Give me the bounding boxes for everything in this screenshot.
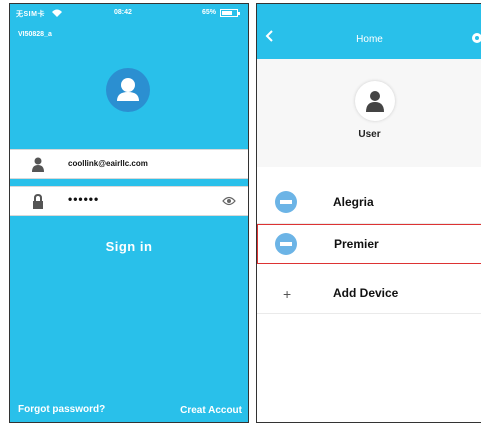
carrier-label: 无SIM卡 bbox=[16, 11, 45, 18]
clock: 08:42 bbox=[114, 9, 132, 16]
user-avatar-icon[interactable] bbox=[355, 81, 395, 121]
sign-in-button[interactable]: Sign in bbox=[10, 239, 248, 254]
device-item-alegria[interactable]: Alegria bbox=[257, 182, 481, 222]
gear-icon[interactable] bbox=[471, 32, 481, 44]
home-screen: Home User Alegria Premier + Add Device bbox=[256, 3, 481, 423]
username-value: coollink@eairllc.com bbox=[68, 159, 148, 168]
device-item-premier[interactable]: Premier bbox=[257, 224, 481, 264]
status-bar: 无SIM卡 08:42 65% bbox=[10, 4, 248, 22]
lock-icon bbox=[33, 194, 43, 209]
eye-icon[interactable] bbox=[222, 196, 236, 206]
device-name: Alegria bbox=[333, 195, 374, 209]
air-conditioner-icon bbox=[275, 233, 297, 255]
user-section: User bbox=[257, 59, 481, 167]
plus-icon: + bbox=[283, 286, 292, 302]
password-field[interactable]: •••••• bbox=[10, 186, 248, 216]
password-value: •••••• bbox=[68, 192, 100, 206]
user-icon bbox=[32, 157, 44, 172]
add-device-label: Add Device bbox=[333, 286, 399, 300]
add-device-button[interactable]: + Add Device bbox=[257, 272, 481, 312]
battery-icon bbox=[220, 9, 240, 17]
air-conditioner-icon bbox=[275, 191, 297, 213]
device-name: Premier bbox=[334, 237, 379, 251]
user-avatar-icon bbox=[106, 68, 150, 112]
login-screen: 无SIM卡 08:42 65% VI50828_a coollink@eairl… bbox=[9, 3, 249, 423]
user-label: User bbox=[358, 129, 381, 140]
divider bbox=[257, 313, 481, 314]
header-bar: Home bbox=[257, 4, 481, 59]
username-field[interactable]: coollink@eairllc.com bbox=[10, 149, 248, 179]
page-title: Home bbox=[356, 34, 383, 45]
wifi-icon bbox=[52, 9, 62, 17]
create-account-link[interactable]: Creat Accout bbox=[180, 405, 242, 416]
ssid-label: VI50828_a bbox=[18, 31, 52, 38]
forgot-password-link[interactable]: Forgot password? bbox=[18, 404, 105, 415]
battery-percent: 65% bbox=[202, 9, 217, 16]
